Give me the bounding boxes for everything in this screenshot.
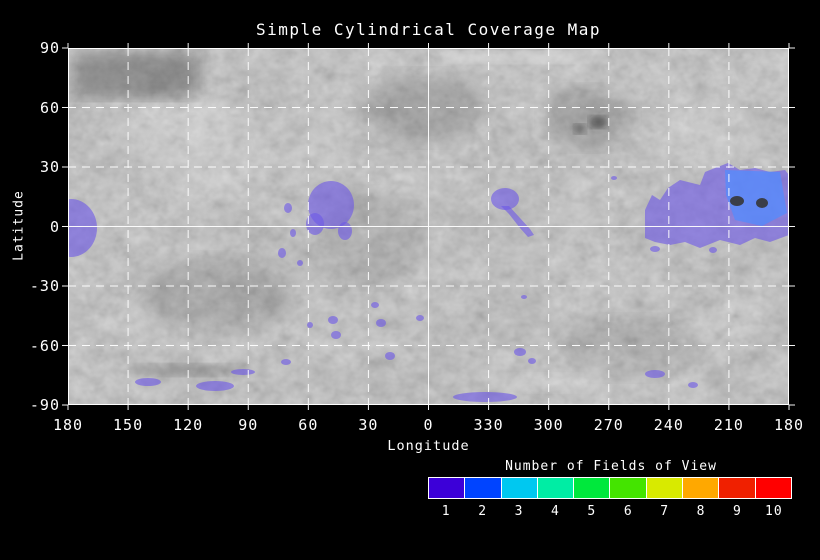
coverage-patch [290,229,296,237]
colorbar-cell [610,478,646,498]
colorbar [428,477,792,499]
coverage-patch [231,369,255,375]
colorbar-tick-label: 8 [696,504,706,519]
colorbar-tick-label: 1 [441,504,451,519]
coverage-patch [278,248,286,258]
x-axis-title: Longitude [387,438,470,454]
colorbar-cell [755,478,791,498]
coverage-patch [307,322,313,328]
bright-basin-west [130,95,270,205]
colorbar-cell [683,478,719,498]
coverage-patch [688,382,698,388]
coverage-patch [756,198,768,208]
coverage-patch [385,352,395,360]
plot-title: Simple Cylindrical Coverage Map [255,20,602,39]
coverage-patch [514,348,526,356]
y-tick-label: 0 [49,217,60,236]
map-plot [62,43,795,410]
colorbar-tick-label: 9 [733,504,742,519]
bright-streak-top [448,52,578,63]
coverage-patch [709,247,717,253]
coverage-patch [376,319,386,327]
coverage-patch [645,370,665,378]
colorbar-cell [429,478,465,498]
colorbar-tick-label: 2 [478,504,488,519]
y-tick-label: 90 [39,39,60,57]
colorbar-cell [574,478,610,498]
coverage-patch [730,196,744,206]
coverage-patch [281,359,291,365]
coverage-patch [331,331,341,339]
colorbar-title: Number of Fields of View [505,459,717,474]
colorbar-tick-label: 5 [587,504,597,519]
coverage-patch [611,176,617,180]
coverage-patch [135,378,161,386]
colorbar-tick-label: 7 [660,504,670,519]
coverage-patch [453,392,517,402]
coverage-patch [297,260,303,266]
colorbar-cell [537,478,574,498]
coverage-patch [521,295,527,299]
colorbar-cell [501,478,537,498]
coverage-patch [328,316,338,324]
y-tick-label: -90 [29,396,60,414]
coverage-patch [196,381,234,391]
colorbar-tick-label: 10 [765,504,783,519]
y-tick-label: 60 [39,98,60,117]
coverage-patch [528,358,536,364]
coverage-patch [284,203,292,213]
colorbar-tick-labels: 1 2 3 4 5 6 7 8 9 10 [428,504,792,519]
y-tick-label: -60 [29,336,60,355]
coverage-patch [338,222,352,240]
colorbar-tick-label: 4 [551,504,560,519]
colorbar-tick-label: 3 [514,504,524,519]
colorbar-cell [465,478,501,498]
colorbar-cell [646,478,683,498]
colorbar-tick-label: 6 [623,504,633,519]
x-tick-label: 180 [773,416,805,434]
dark-mare-top-left [73,53,198,98]
coverage-patch [371,302,379,308]
coverage-patch [416,315,424,321]
colorbar-cell [719,478,755,498]
y-tick-label: -30 [29,277,60,295]
coverage-map-figure: Simple Cylindrical Coverage Map Latitude… [0,0,820,560]
y-tick-label: 30 [39,158,60,176]
coverage-patch [650,246,660,252]
